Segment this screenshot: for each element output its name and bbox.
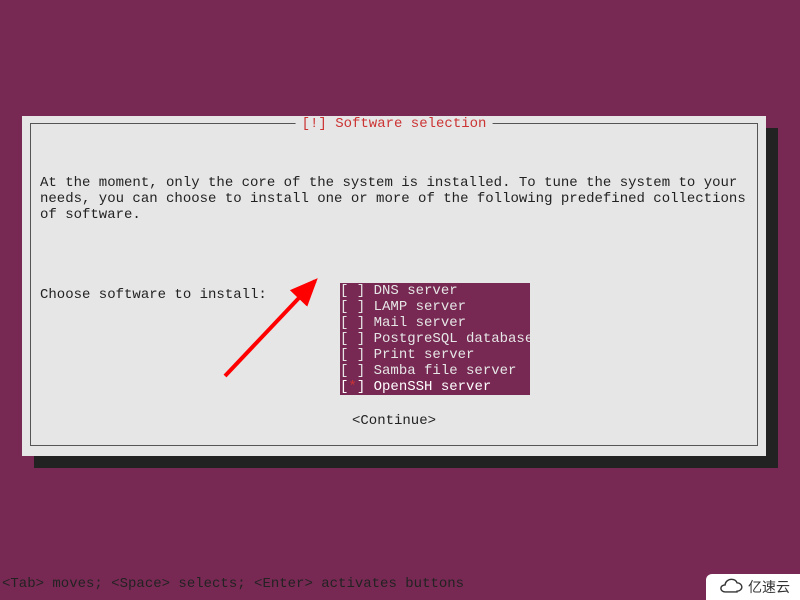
software-checkbox-print-server[interactable]: [ ] — [340, 347, 374, 363]
watermark-text: 亿速云 — [748, 579, 790, 595]
software-item-openssh-server[interactable]: [*] OpenSSH server — [340, 379, 530, 395]
software-label: LAMP server — [374, 299, 466, 315]
software-list[interactable]: [ ] DNS server [ ] LAMP server [ ] Mail … — [340, 283, 530, 395]
software-label: Samba file server — [374, 363, 517, 379]
software-checkbox-samba-file-server[interactable]: [ ] — [340, 363, 374, 379]
dialog-description: At the moment, only the core of the syst… — [40, 175, 748, 223]
software-checkbox-lamp-server[interactable]: [ ] — [340, 299, 374, 315]
software-checkbox-postgresql-database[interactable]: [ ] — [340, 331, 374, 347]
software-checkbox-dns-server[interactable]: [ ] — [340, 283, 374, 299]
watermark: 亿速云 — [706, 574, 800, 600]
dialog-title-text: Software selection — [335, 116, 486, 132]
software-item-lamp-server[interactable]: [ ] LAMP server — [340, 299, 530, 315]
cloud-icon — [716, 578, 744, 596]
continue-button[interactable]: <Continue> — [352, 413, 436, 429]
software-checkbox-mail-server[interactable]: [ ] — [340, 315, 374, 331]
software-item-mail-server[interactable]: [ ] Mail server — [340, 315, 530, 331]
software-item-dns-server[interactable]: [ ] DNS server — [340, 283, 530, 299]
dialog-title: [!] Software selection — [296, 116, 493, 132]
software-item-postgresql-database[interactable]: [ ] PostgreSQL database — [340, 331, 530, 347]
software-checkbox-openssh-server[interactable]: [*] — [340, 379, 374, 395]
software-label: PostgreSQL database — [374, 331, 534, 347]
software-label: Mail server — [374, 315, 466, 331]
software-label: Print server — [374, 347, 475, 363]
software-label: DNS server — [374, 283, 458, 299]
software-label: OpenSSH server — [374, 379, 492, 395]
dialog-title-prefix: [!] — [302, 116, 327, 132]
software-selection-dialog: [!] Software selection At the moment, on… — [22, 116, 766, 456]
help-bar: <Tab> moves; <Space> selects; <Enter> ac… — [2, 576, 464, 592]
software-item-print-server[interactable]: [ ] Print server — [340, 347, 530, 363]
dialog-border: [!] Software selection At the moment, on… — [30, 123, 758, 446]
software-item-samba-file-server[interactable]: [ ] Samba file server — [340, 363, 530, 379]
